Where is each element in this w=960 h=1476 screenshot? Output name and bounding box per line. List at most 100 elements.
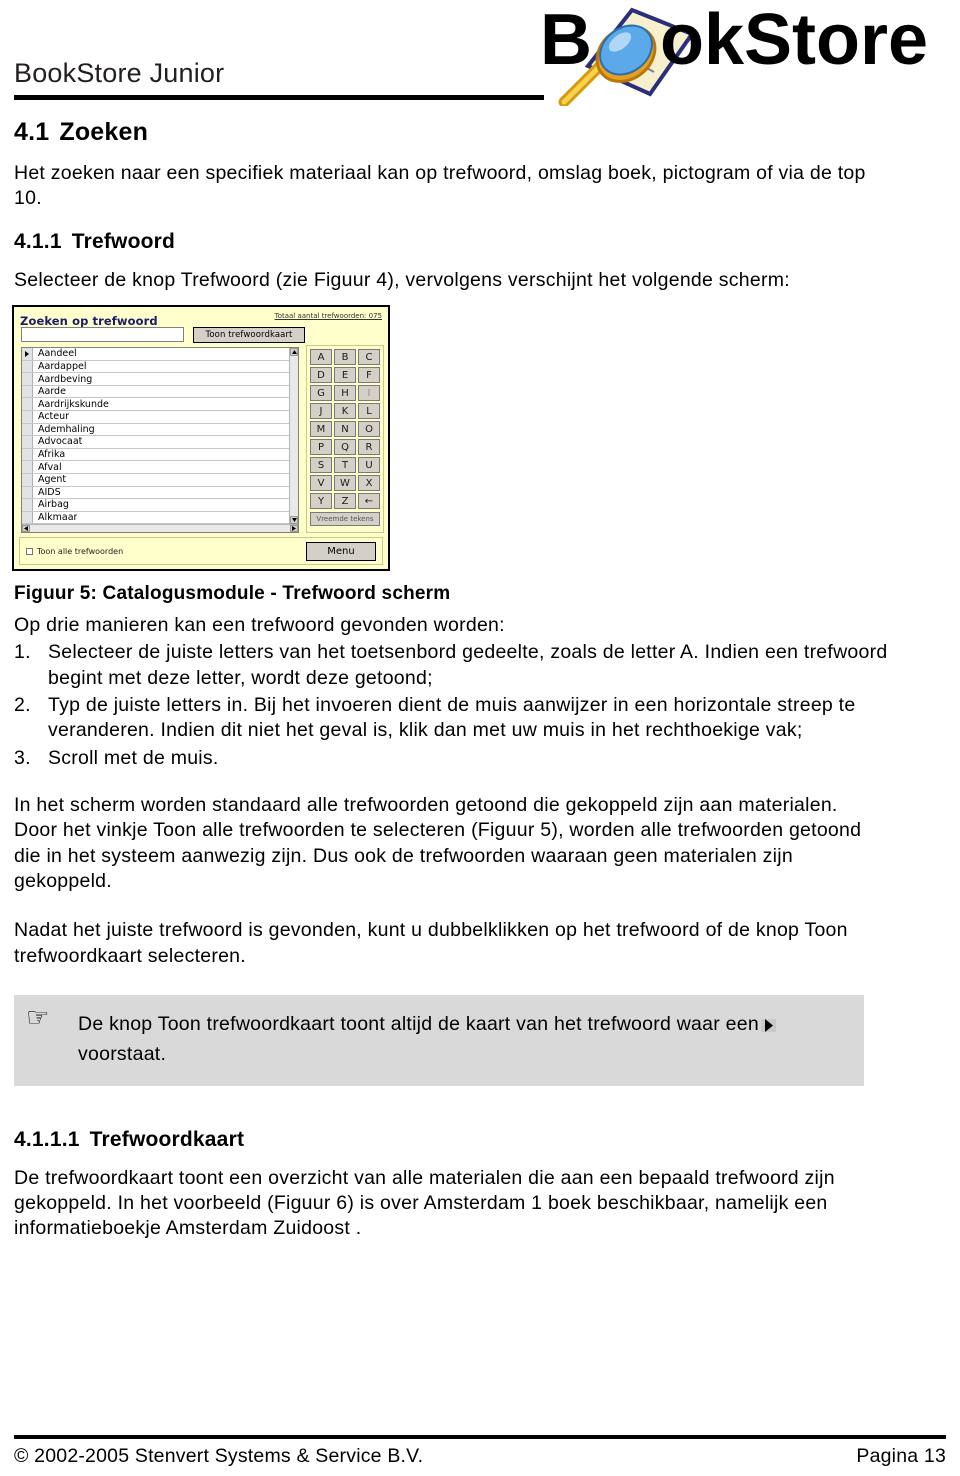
app-title: Zoeken op trefwoord <box>20 314 158 329</box>
keyword-row[interactable]: Airbag <box>22 499 298 512</box>
note-text-before: De knop Toon trefwoordkaart toont altijd… <box>78 1013 759 1036</box>
keyword-row[interactable]: Aarde <box>22 385 298 399</box>
note-callout-text: De knop Toon trefwoordkaart toont altijd… <box>78 1009 850 1069</box>
row-selector-cell[interactable] <box>22 385 33 398</box>
keyword-row[interactable]: Aardappel <box>22 360 298 374</box>
keypad-key-q[interactable]: Q <box>334 439 356 456</box>
note-callout: ☞ De knop Toon trefwoordkaart toont alti… <box>14 995 864 1086</box>
keyword-row-label: Alkmaar <box>38 512 78 524</box>
keypad-key-s[interactable]: S <box>310 457 332 474</box>
heading-trefwoordkaart: 4.1.1.1 Trefwoordkaart <box>14 1128 960 1152</box>
paragraph-trefwoord-intro: Selecteer de knop Trefwoord (zie Figuur … <box>14 268 790 291</box>
keyword-row[interactable]: Aardrijkskunde <box>22 398 298 411</box>
row-selector-cell[interactable] <box>22 461 33 473</box>
scroll-up-icon[interactable] <box>290 348 298 357</box>
keyword-row-label: Aardrijkskunde <box>38 398 109 410</box>
row-selector-cell[interactable] <box>22 373 33 385</box>
keyword-row-label: Aardappel <box>38 360 87 372</box>
paragraph-three-ways-intro: Op drie manieren kan een trefwoord gevon… <box>14 614 505 637</box>
keyword-row[interactable]: Aandeel <box>22 348 298 361</box>
menu-button[interactable]: Menu <box>306 542 376 562</box>
row-selector-cell[interactable] <box>22 411 33 423</box>
keyword-row[interactable]: AIDS <box>22 486 298 500</box>
list-vertical-scrollbar[interactable] <box>289 348 298 525</box>
keypad-key-c[interactable]: C <box>358 349 380 366</box>
keypad-key-a[interactable]: A <box>310 349 332 366</box>
keypad-key-m[interactable]: M <box>310 421 332 438</box>
row-selector-cell[interactable] <box>22 360 33 373</box>
keypad-key-i[interactable]: I <box>358 385 380 402</box>
keypad-key-e[interactable]: E <box>334 367 356 384</box>
magnifier-over-book-icon: B okStore <box>540 2 928 106</box>
step-item: 1. Selecteer de juiste letters van het to… <box>14 640 898 691</box>
keypad-key-n[interactable]: N <box>334 421 356 438</box>
footer-divider <box>14 1435 946 1439</box>
row-selector-cell[interactable] <box>22 398 33 410</box>
row-selector-cell[interactable] <box>22 511 33 524</box>
keypad-key-z[interactable]: Z <box>334 493 356 510</box>
keypad-key-l[interactable]: L <box>358 403 380 420</box>
keyword-row[interactable]: Advocaat <box>22 436 298 449</box>
row-selector-arrow-icon[interactable] <box>22 348 33 360</box>
keypad-key-t[interactable]: T <box>334 457 356 474</box>
keypad-key-h[interactable]: H <box>334 385 356 402</box>
keypad-key-x[interactable]: X <box>358 475 380 492</box>
row-selector-cell[interactable] <box>22 499 33 511</box>
show-keyword-card-button[interactable]: Toon trefwoordkaart <box>193 327 305 344</box>
app-search-row: Toon trefwoordkaart <box>21 327 385 344</box>
list-horizontal-scrollbar[interactable] <box>22 524 298 533</box>
document-page: BookStore Junior B okStore 4.1 Zoeken He… <box>0 0 960 1476</box>
keypad-key-k[interactable]: K <box>334 403 356 420</box>
row-selector-cell[interactable] <box>22 423 33 436</box>
keypad-key-y[interactable]: Y <box>310 493 332 510</box>
keypad-key-d[interactable]: D <box>310 367 332 384</box>
scroll-right-icon[interactable] <box>290 525 298 533</box>
keyword-row[interactable]: Afval <box>22 461 298 474</box>
keypad-key-u[interactable]: U <box>358 457 380 474</box>
scroll-left-icon[interactable] <box>22 525 30 533</box>
keyword-row[interactable]: Agent <box>22 473 298 487</box>
row-selector-cell[interactable] <box>22 436 33 448</box>
keyword-list[interactable]: Aandeel Aardappel Aardbeving Aarde Aardrijks… <box>21 347 299 534</box>
keypad-key-o[interactable]: O <box>358 421 380 438</box>
keypad-key-f[interactable]: F <box>358 367 380 384</box>
page-footer: © 2002-2005 Stenvert Systems & Service B… <box>0 1435 960 1468</box>
step-marker: 3. <box>14 746 31 769</box>
keyword-row-label: Aarde <box>38 386 66 398</box>
figure-caption: Figuur 5: Catalogusmodule - Trefwoord sc… <box>14 583 451 605</box>
step-marker: 2. <box>14 694 31 717</box>
step-item: 3. Scroll met de muis. <box>14 746 898 771</box>
show-all-keywords-checkbox[interactable]: Toon alle trefwoorden <box>26 547 123 556</box>
keypad-key-v[interactable]: V <box>310 475 332 492</box>
keypad-key-j[interactable]: J <box>310 403 332 420</box>
paragraph-trefwoordkaart: De trefwoordkaart toont een overzicht va… <box>14 1166 835 1240</box>
keyword-row[interactable]: Ademhaling <box>22 423 298 437</box>
keyword-row[interactable]: Aardbeving <box>22 373 298 386</box>
special-characters-button[interactable]: Vreemde tekens <box>310 512 380 527</box>
keyword-search-input[interactable] <box>21 327 184 343</box>
keyword-row[interactable]: Afrika <box>22 448 298 462</box>
keypad-key-backspace[interactable]: ← <box>358 493 380 510</box>
header-divider <box>14 95 544 100</box>
keyword-row[interactable]: Acteur <box>22 411 298 424</box>
right-triangle-icon <box>760 1019 776 1033</box>
keyword-row-label: Afrika <box>38 449 66 461</box>
keypad-key-w[interactable]: W <box>334 475 356 492</box>
keypad-key-b[interactable]: B <box>334 349 356 366</box>
keypad-key-p[interactable]: P <box>310 439 332 456</box>
step-marker: 1. <box>14 641 31 664</box>
row-selector-cell[interactable] <box>22 473 33 486</box>
row-selector-cell[interactable] <box>22 486 33 499</box>
page-header: BookStore Junior B okStore <box>0 0 960 108</box>
scroll-down-icon[interactable] <box>290 516 298 525</box>
keyword-rows: Aandeel Aardappel Aardbeving Aarde Aardrijks… <box>22 348 298 525</box>
app-titlebar: Zoeken op trefwoord Totaal aantal trefwo… <box>20 310 382 329</box>
keypad-key-g[interactable]: G <box>310 385 332 402</box>
keyword-row[interactable]: Alkmaar <box>22 511 298 525</box>
step-text: Typ de juiste letters in. Bij het invoer… <box>48 694 856 742</box>
heading-trefwoord-text: Trefwoord <box>71 229 176 253</box>
checkbox-box-icon[interactable] <box>26 548 33 556</box>
heading-trefwoord: 4.1.1 Trefwoord <box>14 230 960 254</box>
keypad-key-r[interactable]: R <box>358 439 380 456</box>
row-selector-cell[interactable] <box>22 448 33 461</box>
